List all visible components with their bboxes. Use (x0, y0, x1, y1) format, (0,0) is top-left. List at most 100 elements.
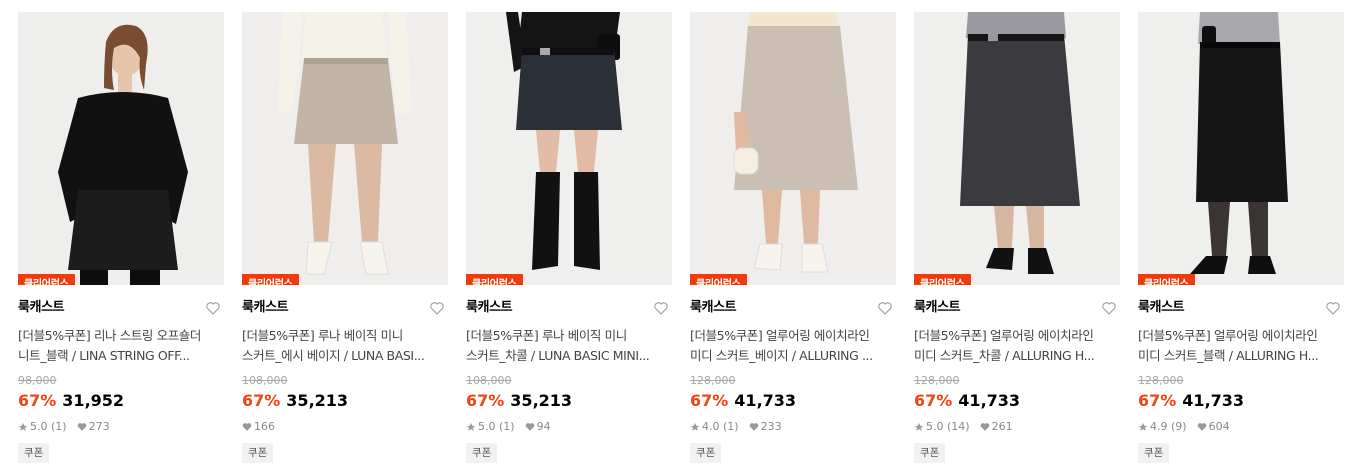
coupon-tag: 쿠폰 (466, 443, 498, 463)
original-price: 108,000 (242, 374, 288, 387)
product-card[interactable]: 클리어런스 룩캐스트 [더블5%쿠폰] 얼루어링 에이치라인 미디 스커트_차콜… (914, 12, 1120, 463)
product-image[interactable]: 클리어런스 (18, 12, 224, 285)
discount-rate: 67% (1138, 391, 1177, 410)
product-title[interactable]: [더블5%쿠폰] 얼루어링 에이치라인 미디 스커트_차콜 / ALLURING… (914, 326, 1120, 366)
review-meta: 5.0 (1) 94 (466, 420, 672, 434)
product-image[interactable]: 클리어런스 (242, 12, 448, 285)
rating-text: 5.0 (1) (478, 420, 515, 433)
brand-name[interactable]: 룩캐스트 (466, 297, 672, 319)
product-title[interactable]: [더블5%쿠폰] 얼루어링 에이치라인 미디 스커트_블랙 / ALLURING… (1138, 326, 1344, 366)
sale-price: 35,213 (510, 391, 573, 410)
sale-price: 35,213 (286, 391, 349, 410)
like-count: 233 (760, 420, 782, 433)
brand-name[interactable]: 룩캐스트 (690, 297, 896, 319)
product-photo (466, 12, 672, 285)
discount-rate: 67% (18, 391, 57, 410)
clearance-badge: 클리어런스 (242, 274, 299, 285)
heart-count-icon (242, 423, 252, 431)
product-card[interactable]: 클리어런스 룩캐스트 [더블5%쿠폰] 리나 스트링 오프숄더 니트_블랙 / … (18, 12, 224, 463)
heart-count-icon (749, 423, 758, 431)
clearance-badge: 클리어런스 (466, 274, 523, 285)
rating-text: 4.9 (9) (1150, 420, 1187, 433)
rating-text: 4.0 (1) (702, 420, 739, 433)
discount-rate: 67% (914, 391, 953, 410)
clearance-badge: 클리어런스 (690, 274, 747, 285)
product-photo (1138, 12, 1344, 285)
brand-name[interactable]: 룩캐스트 (242, 297, 448, 319)
like-count: 273 (88, 420, 110, 433)
review-meta: 166 (242, 420, 448, 434)
clearance-badge: 클리어런스 (18, 274, 75, 285)
review-meta: 5.0 (1) 273 (18, 420, 224, 434)
product-photo (914, 12, 1120, 285)
review-meta: 5.0 (14) 261 (914, 420, 1120, 434)
product-photo (242, 12, 448, 285)
heart-count-icon (77, 423, 86, 431)
clearance-badge: 클리어런스 (1138, 274, 1195, 285)
coupon-tag: 쿠폰 (914, 443, 946, 463)
review-meta: 4.9 (9) 604 (1138, 420, 1344, 434)
sale-price: 31,952 (62, 391, 125, 410)
like-count: 261 (991, 420, 1013, 433)
sale-price: 41,733 (1182, 391, 1245, 410)
coupon-tag: 쿠폰 (18, 443, 50, 463)
product-card[interactable]: 클리어런스 룩캐스트 [더블5%쿠폰] 얼루어링 에이치라인 미디 스커트_베이… (690, 12, 896, 463)
product-photo (690, 12, 896, 285)
product-image[interactable]: 클리어런스 (690, 12, 896, 285)
heart-count-icon (1197, 423, 1206, 431)
price-row: 67% 35,213 (242, 390, 448, 412)
sale-price: 41,733 (734, 391, 797, 410)
brand-name[interactable]: 룩캐스트 (1138, 297, 1344, 319)
discount-rate: 67% (690, 391, 729, 410)
product-card[interactable]: 클리어런스 룩캐스트 [더블5%쿠폰] 루나 베이직 미니 스커트_에시 베이지… (242, 12, 448, 463)
rating-text: 5.0 (1) (30, 420, 67, 433)
rating-text: 5.0 (14) (926, 420, 970, 433)
product-title[interactable]: [더블5%쿠폰] 루나 베이직 미니 스커트_차콜 / LUNA BASIC M… (466, 326, 672, 366)
original-price: 98,000 (18, 374, 57, 387)
product-image[interactable]: 클리어런스 (914, 12, 1120, 285)
product-grid: 클리어런스 룩캐스트 [더블5%쿠폰] 리나 스트링 오프숄더 니트_블랙 / … (0, 0, 1360, 471)
star-icon (18, 422, 28, 431)
like-count: 94 (536, 420, 551, 433)
discount-rate: 67% (242, 391, 281, 410)
brand-name[interactable]: 룩캐스트 (914, 297, 1120, 319)
price-row: 67% 31,952 (18, 390, 224, 412)
product-image[interactable]: 클리어런스 (466, 12, 672, 285)
sale-price: 41,733 (958, 391, 1021, 410)
product-title[interactable]: [더블5%쿠폰] 얼루어링 에이치라인 미디 스커트_베이지 / ALLURIN… (690, 326, 896, 366)
product-image[interactable]: 클리어런스 (1138, 12, 1344, 285)
product-card[interactable]: 클리어런스 룩캐스트 [더블5%쿠폰] 얼루어링 에이치라인 미디 스커트_블랙… (1138, 12, 1344, 463)
price-row: 67% 35,213 (466, 390, 672, 412)
heart-count-icon (980, 423, 989, 431)
price-row: 67% 41,733 (690, 390, 896, 412)
heart-icon[interactable] (653, 300, 669, 316)
heart-icon[interactable] (1101, 300, 1117, 316)
heart-icon[interactable] (877, 300, 893, 316)
product-title[interactable]: [더블5%쿠폰] 리나 스트링 오프숄더 니트_블랙 / LINA STRING… (18, 326, 224, 366)
heart-icon[interactable] (1325, 300, 1341, 316)
star-icon (466, 422, 476, 431)
product-title[interactable]: [더블5%쿠폰] 루나 베이직 미니 스커트_에시 베이지 / LUNA BAS… (242, 326, 448, 366)
star-icon (914, 422, 924, 431)
price-row: 67% 41,733 (914, 390, 1120, 412)
discount-rate: 67% (466, 391, 505, 410)
clearance-badge: 클리어런스 (914, 274, 971, 285)
heart-icon[interactable] (205, 300, 221, 316)
product-card[interactable]: 클리어런스 룩캐스트 [더블5%쿠폰] 루나 베이직 미니 스커트_차콜 / L… (466, 12, 672, 463)
price-row: 67% 41,733 (1138, 390, 1344, 412)
original-price: 128,000 (1138, 374, 1184, 387)
star-icon (690, 422, 700, 431)
review-meta: 4.0 (1) 233 (690, 420, 896, 434)
like-count: 604 (1208, 420, 1230, 433)
coupon-tag: 쿠폰 (690, 443, 722, 463)
like-count: 166 (254, 420, 275, 433)
original-price: 128,000 (690, 374, 736, 387)
brand-name[interactable]: 룩캐스트 (18, 297, 224, 319)
heart-icon[interactable] (429, 300, 445, 316)
product-photo (18, 12, 224, 285)
original-price: 128,000 (914, 374, 960, 387)
star-icon (1138, 422, 1148, 431)
original-price: 108,000 (466, 374, 512, 387)
coupon-tag: 쿠폰 (1138, 443, 1170, 463)
heart-count-icon (525, 423, 534, 431)
